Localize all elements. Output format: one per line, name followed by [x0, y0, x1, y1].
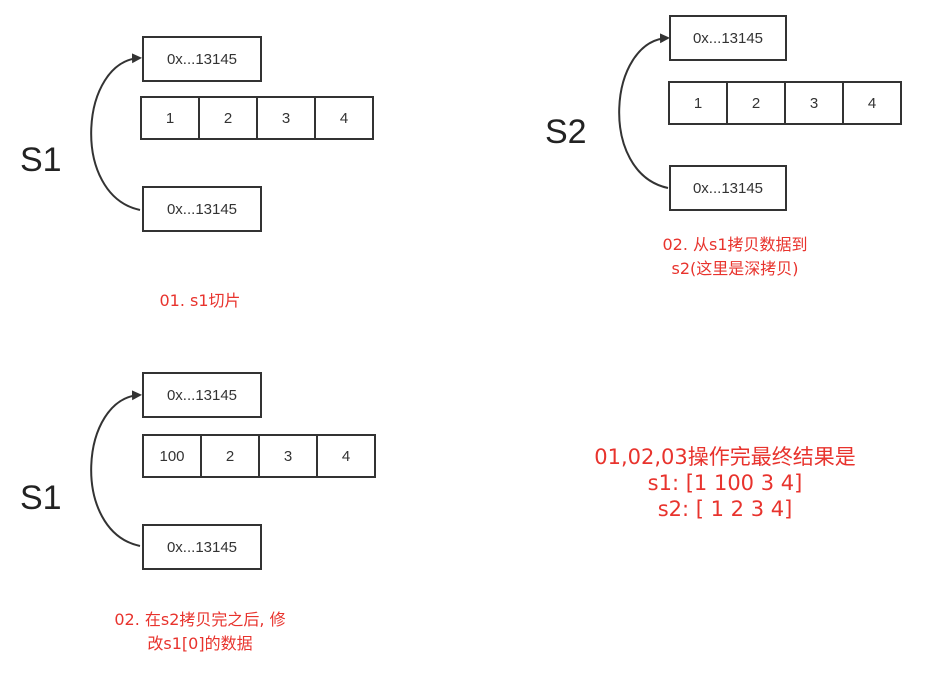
- array-cell: 2: [198, 96, 258, 140]
- array-cell: 1: [140, 96, 200, 140]
- panel1-array: 1 2 3 4: [140, 96, 374, 140]
- result-line3: s2: [ 1 2 3 4]: [657, 497, 793, 521]
- panel2-pointer-top: 0x...13145: [669, 15, 787, 61]
- array-cell: 2: [726, 81, 786, 125]
- array-cell: 4: [842, 81, 902, 125]
- panel3-note-line2: 改s1[0]的数据: [147, 634, 253, 653]
- panel1-note: 01. s1切片: [159, 291, 241, 310]
- panel2-array: 1 2 3 4: [668, 81, 902, 125]
- panel3-note-line1: 02. 在s2拷贝完之后, 修: [114, 610, 286, 629]
- panel1-pointer-bottom: 0x...13145: [142, 186, 262, 232]
- panel3-note: 02. 在s2拷贝完之后, 修 改s1[0]的数据: [80, 608, 320, 656]
- panel2-pointer-bottom: 0x...13145: [669, 165, 787, 211]
- result-line2: s1: [1 100 3 4]: [647, 471, 803, 495]
- panel1-label: S1: [20, 141, 62, 179]
- result-line1: 01,02,03操作完最终结果是: [594, 445, 856, 469]
- array-cell: 2: [200, 434, 260, 478]
- array-cell: 4: [314, 96, 374, 140]
- panel3-arrow: [90, 390, 142, 547]
- panel3-array: 100 2 3 4: [142, 434, 376, 478]
- diagram-canvas: S1 0x...13145 1 2 3 4 0x...13145 01. s1切…: [0, 0, 945, 677]
- panel1-pointer-top: 0x...13145: [142, 36, 262, 82]
- panel2-arrow: [618, 33, 670, 189]
- panel2-note: 02. 从s1拷贝数据到 s2(这里是深拷贝): [620, 233, 850, 281]
- panel2-note-line2: s2(这里是深拷贝): [671, 259, 799, 278]
- panel3-pointer-bottom: 0x...13145: [142, 524, 262, 570]
- panel3-label: S1: [20, 479, 62, 517]
- array-cell: 4: [316, 434, 376, 478]
- panel2-label: S2: [545, 113, 587, 151]
- array-cell: 100: [142, 434, 202, 478]
- panel2-note-line1: 02. 从s1拷贝数据到: [662, 235, 808, 254]
- array-cell: 3: [784, 81, 844, 125]
- panel1-arrow: [90, 53, 142, 211]
- array-cell: 3: [258, 434, 318, 478]
- array-cell: 3: [256, 96, 316, 140]
- panel3-pointer-top: 0x...13145: [142, 372, 262, 418]
- result-summary: 01,02,03操作完最终结果是 s1: [1 100 3 4] s2: [ 1…: [560, 444, 890, 522]
- array-cell: 1: [668, 81, 728, 125]
